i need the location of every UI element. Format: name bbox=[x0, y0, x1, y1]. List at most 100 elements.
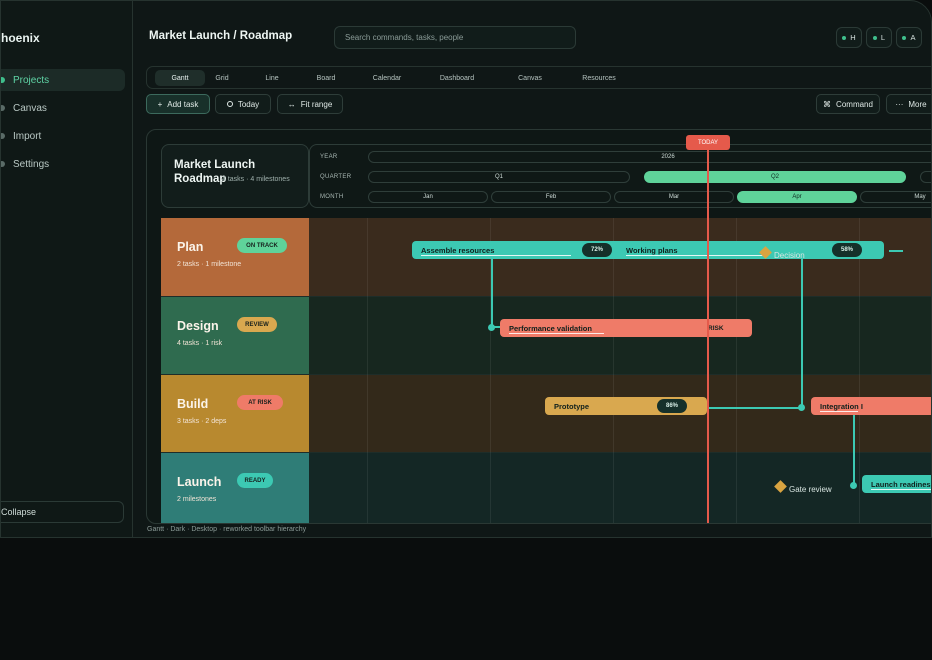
sidebar-item-projects[interactable]: Projects bbox=[1, 69, 125, 91]
year-label: YEAR bbox=[320, 154, 338, 160]
circle-icon bbox=[226, 101, 233, 107]
lane-name: Design bbox=[177, 319, 219, 333]
canvas-icon bbox=[1, 105, 5, 111]
avatar-l[interactable]: L bbox=[866, 27, 892, 48]
roadmap-title-card: Market Launch Roadmap 4 tasks · 4 milest… bbox=[161, 144, 309, 208]
lane-header[interactable]: Plan ON TRACK 2 tasks · 1 milestone bbox=[161, 218, 309, 296]
sidebar: hoenix Projects Canvas Import Settings C… bbox=[1, 1, 133, 537]
avatar-h[interactable]: H bbox=[836, 27, 862, 48]
quarter-q1[interactable]: Q1 bbox=[368, 171, 630, 183]
month-feb[interactable]: Feb bbox=[491, 191, 611, 203]
dependency-connector bbox=[708, 407, 803, 409]
settings-icon bbox=[1, 161, 5, 167]
milestone-decision-label: Decision bbox=[774, 251, 805, 260]
button-label: More bbox=[908, 99, 927, 109]
tab-resources[interactable]: Resources bbox=[577, 70, 621, 86]
tab-dashboard[interactable]: Dashboard bbox=[433, 70, 481, 86]
sidebar-item-label: Import bbox=[13, 130, 42, 142]
task-performance-validation[interactable]: Performance validation RISK bbox=[500, 319, 752, 337]
month-mar[interactable]: Mar bbox=[614, 191, 734, 203]
task-assemble-resources[interactable]: Assemble resources 72% Working plans 58% bbox=[412, 241, 884, 259]
status-badge: READY bbox=[237, 473, 273, 488]
view-caption: Gantt · Dark · Desktop · reworked toolba… bbox=[147, 526, 307, 533]
lane-divider bbox=[161, 452, 931, 453]
task-label: Working plans bbox=[626, 245, 678, 255]
import-icon bbox=[1, 133, 5, 139]
projects-icon bbox=[1, 77, 5, 83]
today-line bbox=[707, 142, 709, 523]
presence-dot-icon bbox=[872, 35, 877, 40]
task-launch-readiness[interactable]: Launch readiness bbox=[862, 475, 932, 493]
sidebar-item-label: Projects bbox=[13, 74, 50, 86]
app-window: hoenix Projects Canvas Import Settings C… bbox=[0, 0, 932, 538]
tab-gantt[interactable]: Gantt bbox=[155, 70, 205, 86]
lane-meta: 2 milestones bbox=[177, 496, 217, 503]
search-input[interactable]: Search commands, tasks, people bbox=[334, 26, 576, 49]
roadmap-title-line2: Roadmap bbox=[174, 173, 227, 185]
page-title: Market Launch / Roadmap bbox=[149, 30, 293, 42]
sidebar-item-settings[interactable]: Settings bbox=[1, 153, 125, 175]
lane-header[interactable]: Launch READY 2 milestones bbox=[161, 453, 309, 523]
button-label: Add task bbox=[167, 99, 199, 109]
lane-header[interactable]: Build AT RISK 3 tasks · 2 deps bbox=[161, 375, 309, 453]
today-button[interactable]: Today bbox=[215, 94, 271, 114]
month-may[interactable]: May bbox=[860, 191, 931, 203]
avatar-initial: L bbox=[880, 33, 886, 42]
connector-node-icon bbox=[850, 482, 857, 489]
roadmap-subtitle: 4 tasks · 4 milestones bbox=[222, 176, 290, 183]
avatar-initial: H bbox=[850, 33, 856, 42]
presence-dot-icon bbox=[902, 35, 907, 40]
lane-name: Plan bbox=[177, 240, 204, 254]
month-jan[interactable]: Jan bbox=[368, 191, 488, 203]
lane-meta: 4 tasks · 1 risk bbox=[177, 340, 223, 347]
button-label: Fit range bbox=[300, 99, 333, 109]
dependency-connector bbox=[853, 414, 855, 486]
quarter-q2[interactable]: Q2 bbox=[644, 171, 906, 183]
month-label: MONTH bbox=[320, 194, 344, 200]
tab-grid[interactable]: Grid bbox=[207, 70, 237, 86]
gantt-canvas: Market Launch Roadmap 4 tasks · 4 milest… bbox=[146, 129, 932, 524]
today-marker[interactable]: TODAY bbox=[686, 135, 730, 150]
month-apr[interactable]: Apr bbox=[737, 191, 857, 203]
avatar-initial: A bbox=[910, 33, 916, 42]
lane-header[interactable]: Design REVIEW 4 tasks · 1 risk bbox=[161, 297, 309, 375]
avatar-a[interactable]: A bbox=[896, 27, 922, 48]
collapse-button[interactable]: Collapse bbox=[1, 501, 124, 523]
task-label: Performance validation bbox=[509, 323, 592, 333]
tab-board[interactable]: Board bbox=[311, 70, 341, 86]
task-label: Launch readiness bbox=[871, 479, 932, 489]
status-badge: AT RISK bbox=[237, 395, 283, 410]
milestone-gate-label: Gate review bbox=[789, 485, 832, 494]
dependency-connector bbox=[889, 250, 903, 252]
task-label: Prototype bbox=[554, 401, 590, 411]
tab-line[interactable]: Line bbox=[257, 70, 287, 86]
sidebar-item-import[interactable]: Import bbox=[1, 125, 125, 147]
connector-node-icon bbox=[798, 404, 805, 411]
task-progress: 72% bbox=[582, 243, 612, 257]
task-progress: 58% bbox=[832, 243, 862, 257]
tab-canvas[interactable]: Canvas bbox=[513, 70, 547, 86]
sidebar-item-canvas[interactable]: Canvas bbox=[1, 97, 125, 119]
fit-range-button[interactable]: ↔ Fit range bbox=[277, 94, 343, 114]
ellipsis-icon: ··· bbox=[895, 99, 904, 109]
task-label: Assemble resources bbox=[421, 245, 495, 255]
app-brand: hoenix bbox=[1, 31, 40, 45]
plus-icon: + bbox=[157, 99, 163, 109]
quarter-q3[interactable] bbox=[920, 171, 931, 183]
command-button[interactable]: ⌘ Command bbox=[816, 94, 880, 114]
status-badge: ON TRACK bbox=[237, 238, 287, 253]
grid-line bbox=[613, 218, 614, 523]
task-integration[interactable]: Integration I bbox=[811, 397, 931, 415]
lane-name: Launch bbox=[177, 475, 222, 489]
lane-meta: 2 tasks · 1 milestone bbox=[177, 261, 242, 268]
status-badge: REVIEW bbox=[237, 317, 277, 332]
lane-body bbox=[309, 453, 931, 523]
more-button[interactable]: ··· More bbox=[886, 94, 931, 114]
progress-underline bbox=[626, 255, 766, 256]
tab-calendar[interactable]: Calendar bbox=[365, 70, 409, 86]
progress-underline bbox=[820, 411, 858, 412]
roadmap-title: Market Launch bbox=[174, 159, 256, 171]
add-task-button[interactable]: + Add task bbox=[146, 94, 210, 114]
task-prototype[interactable]: Prototype 86% bbox=[545, 397, 707, 415]
lane-divider bbox=[161, 374, 931, 375]
